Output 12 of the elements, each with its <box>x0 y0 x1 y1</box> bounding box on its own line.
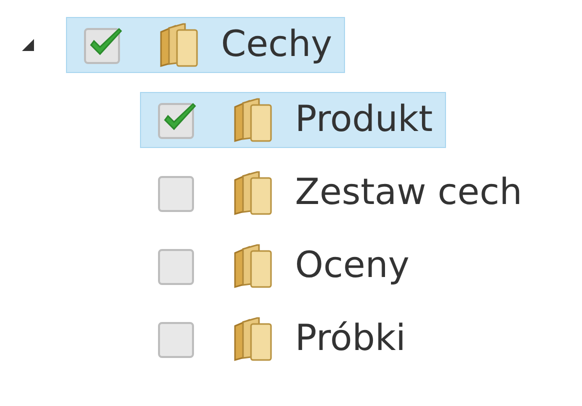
item-label: Produkt <box>295 98 433 142</box>
item-label: Cechy <box>221 23 332 67</box>
checked-checkbox[interactable] <box>157 100 199 140</box>
item-label: Oceny <box>295 244 410 288</box>
item-label: Zestaw cech <box>295 171 522 215</box>
tree-item[interactable]: Oceny <box>140 238 422 294</box>
tree-item[interactable]: Zestaw cech <box>140 165 536 221</box>
tree-item[interactable]: Produkt <box>140 92 446 148</box>
tree-item[interactable]: Cechy <box>66 17 346 73</box>
tree-item[interactable]: Próbki <box>140 311 419 367</box>
item-label: Próbki <box>295 317 406 361</box>
checked-checkbox[interactable] <box>83 25 125 65</box>
